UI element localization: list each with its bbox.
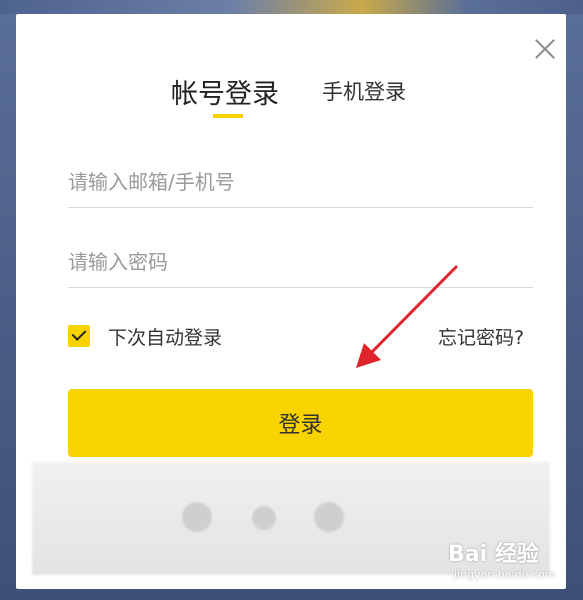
watermark-logo: Bai 经验 [448, 542, 539, 567]
active-tab-indicator [213, 114, 243, 118]
forgot-password-link[interactable]: 忘记密码? [438, 323, 524, 350]
remember-me[interactable]: 下次自动登录 [68, 321, 222, 351]
email-input[interactable] [68, 157, 533, 208]
blurred-icon [182, 502, 212, 532]
background-banner [0, 0, 583, 14]
close-icon[interactable] [534, 38, 556, 60]
tab-account-login[interactable]: 帐号登录 [171, 72, 279, 111]
remember-checkbox[interactable] [68, 325, 90, 347]
password-input[interactable] [68, 237, 533, 288]
tab-phone-login[interactable]: 手机登录 [322, 76, 406, 106]
login-button[interactable]: 登录 [68, 389, 533, 457]
baidu-jingyan-watermark: Bai 经验 jingyan.baidu.com [448, 536, 556, 581]
blurred-icon [314, 502, 344, 532]
blurred-icon [252, 506, 276, 530]
watermark-url: jingyan.baidu.com [454, 568, 556, 581]
remember-label: 下次自动登录 [108, 326, 223, 349]
